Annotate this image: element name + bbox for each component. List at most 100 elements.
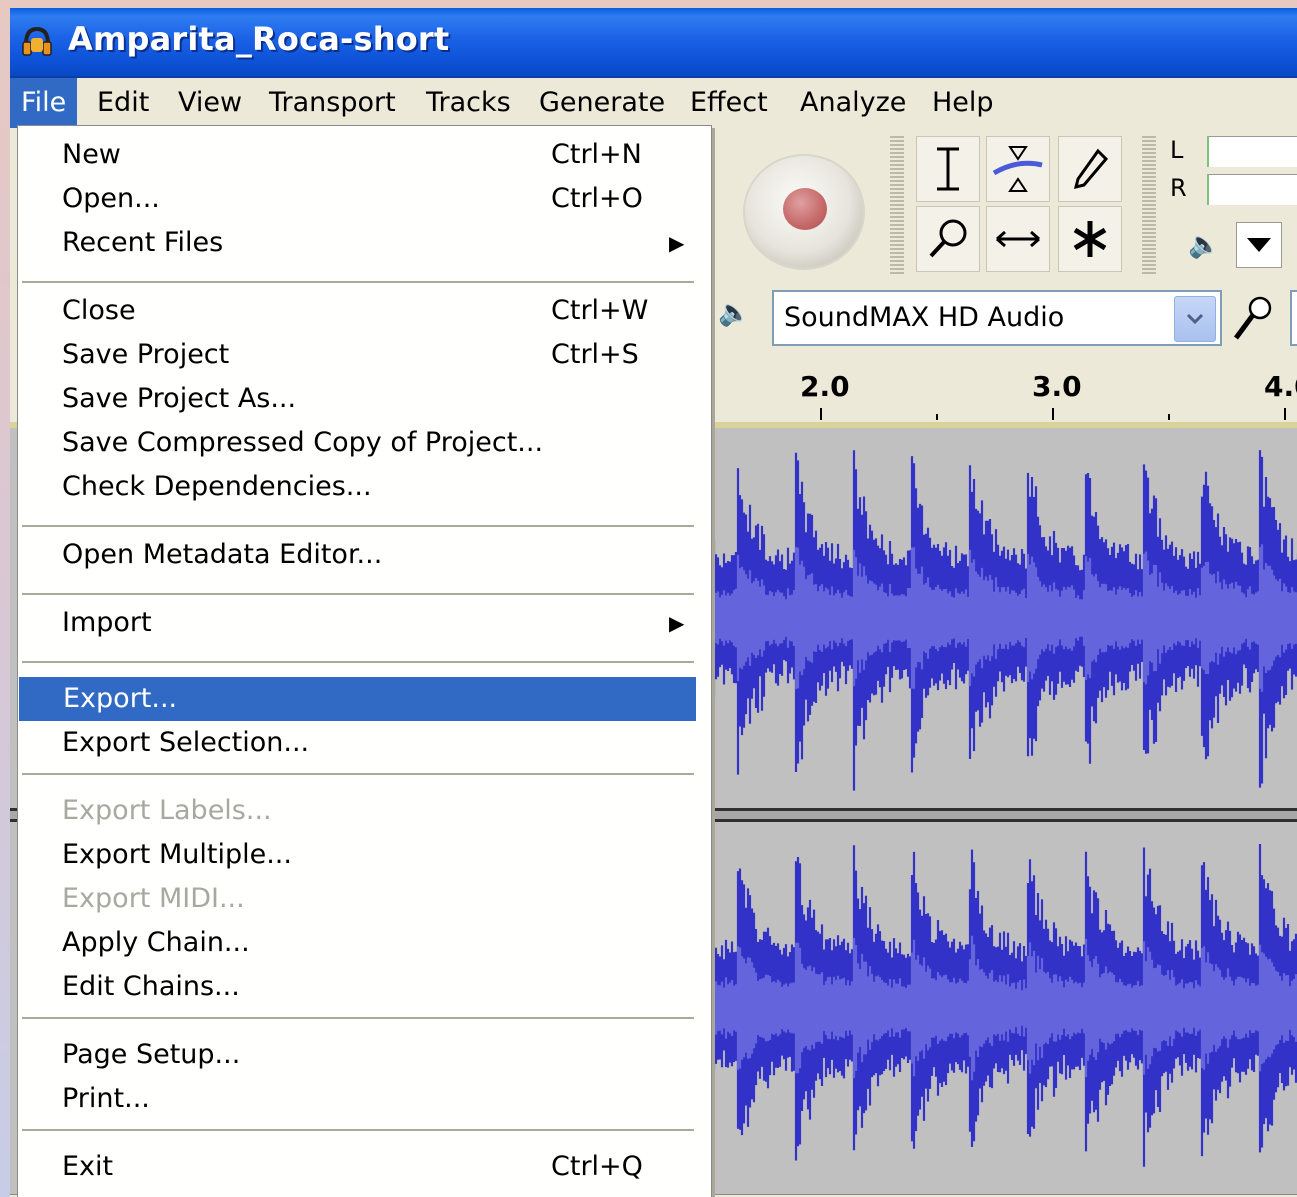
menu-item-shortcut: Ctrl+Q	[551, 1151, 643, 1182]
ruler-tick	[1052, 408, 1054, 420]
menu-item-open-metadata-editor[interactable]: Open Metadata Editor...	[18, 533, 711, 577]
menu-item-recent-files[interactable]: Recent Files ▶	[18, 221, 711, 265]
meter-right-bar[interactable]	[1207, 174, 1297, 205]
menu-item-label: Export Labels...	[62, 795, 272, 826]
menu-item-apply-chain[interactable]: Apply Chain...	[18, 921, 711, 965]
chevron-down-icon[interactable]	[1174, 296, 1216, 342]
speaker-icon: 🔈	[1188, 230, 1221, 260]
menu-item-save-project[interactable]: Save Project Ctrl+S	[18, 333, 711, 377]
menu-item-label: Recent Files	[62, 227, 224, 258]
record-icon	[783, 188, 827, 230]
menu-edit[interactable]: Edit	[86, 78, 160, 128]
menu-analyze[interactable]: Analyze	[789, 78, 917, 128]
menu-transport[interactable]: Transport	[258, 78, 407, 128]
menu-item-export-midi[interactable]: Export MIDI...	[18, 877, 711, 921]
menu-item-label: Export Multiple...	[62, 839, 292, 870]
menu-item-label: Open...	[62, 183, 160, 214]
menu-item-open[interactable]: Open... Ctrl+O	[18, 177, 711, 221]
menu-separator	[22, 773, 694, 776]
menu-bar: File Edit View Transport Tracks Generate…	[10, 78, 1297, 128]
menu-item-label: Import	[62, 607, 152, 638]
timeshift-tool-icon[interactable]	[986, 206, 1050, 272]
menu-item-label: Page Setup...	[62, 1039, 241, 1070]
menu-item-label: Save Compressed Copy of Project...	[62, 427, 544, 458]
waveform-right-channel	[700, 844, 1297, 1167]
menu-item-print[interactable]: Print...	[18, 1077, 711, 1121]
menu-item-edit-chains[interactable]: Edit Chains...	[18, 965, 711, 1009]
ruler-label: 4.0	[1264, 370, 1297, 403]
meter-grip[interactable]	[1142, 136, 1156, 274]
menu-file[interactable]: File	[10, 78, 78, 128]
menu-item-close[interactable]: Close Ctrl+W	[18, 289, 711, 333]
menu-separator	[22, 661, 694, 664]
menu-view[interactable]: View	[167, 78, 253, 128]
menu-item-export-multiple[interactable]: Export Multiple...	[18, 833, 711, 877]
ruler-tick	[1284, 408, 1286, 420]
menu-item-shortcut: Ctrl+N	[551, 139, 642, 170]
ruler-label: 2.0	[800, 370, 850, 403]
zoom-tool-icon[interactable]	[916, 206, 980, 272]
recording-device-select[interactable]: S	[1290, 290, 1297, 346]
menu-item-label: Close	[62, 295, 136, 326]
menu-effect[interactable]: Effect	[679, 78, 779, 128]
menu-separator	[22, 593, 694, 596]
audacity-window: Amparita_Roca-short File Edit View Trans…	[10, 8, 1297, 1197]
draw-tool-icon[interactable]	[1058, 136, 1122, 202]
menu-item-label: Exit	[62, 1151, 114, 1182]
menu-item-shortcut: Ctrl+W	[551, 295, 649, 326]
menu-item-label: Edit Chains...	[62, 971, 240, 1002]
menu-item-label: Check Dependencies...	[62, 471, 372, 502]
menu-item-label: Open Metadata Editor...	[62, 539, 383, 570]
meter-right-label: R	[1170, 174, 1187, 202]
menu-item-label: Apply Chain...	[62, 927, 250, 958]
file-menu-dropdown: New Ctrl+N Open... Ctrl+O Recent Files ▶…	[17, 125, 712, 1197]
playback-device-value: SoundMAX HD Audio	[784, 302, 1065, 333]
menu-item-import[interactable]: Import ▶	[18, 601, 711, 645]
playback-device-select[interactable]: SoundMAX HD Audio	[772, 290, 1222, 346]
menu-item-export-labels[interactable]: Export Labels...	[18, 789, 711, 833]
microphone-icon	[1230, 294, 1274, 355]
multi-tool-icon[interactable]	[1058, 206, 1122, 272]
window-title: Amparita_Roca-short	[68, 20, 450, 58]
ruler-tick	[820, 408, 822, 420]
menu-item-exit[interactable]: Exit Ctrl+Q	[18, 1145, 711, 1189]
audacity-headphones-icon	[22, 26, 52, 56]
menu-separator	[22, 281, 694, 284]
selection-tool-icon[interactable]	[916, 136, 980, 202]
menu-item-export-selection[interactable]: Export Selection...	[18, 721, 711, 765]
menu-generate[interactable]: Generate	[528, 78, 676, 128]
meter-left-label: L	[1170, 136, 1184, 164]
submenu-arrow-icon: ▶	[669, 611, 685, 635]
menu-item-shortcut: Ctrl+O	[551, 183, 643, 214]
waveform-left-channel	[700, 450, 1297, 791]
chevron-down-icon	[1247, 238, 1271, 252]
menu-tracks[interactable]: Tracks	[415, 78, 522, 128]
menu-item-label: Export MIDI...	[62, 883, 245, 914]
menu-help[interactable]: Help	[921, 78, 1005, 128]
menu-item-label: Export...	[63, 683, 178, 714]
menu-separator	[22, 1017, 694, 1020]
ruler-tick	[1168, 414, 1170, 420]
title-bar[interactable]: Amparita_Roca-short	[10, 8, 1297, 78]
menu-item-new[interactable]: New Ctrl+N	[18, 133, 711, 177]
meter-dropdown-button[interactable]	[1236, 222, 1282, 268]
submenu-arrow-icon: ▶	[669, 231, 685, 255]
toolbar-grip[interactable]	[890, 136, 904, 274]
menu-item-export[interactable]: Export...	[19, 677, 696, 721]
menu-item-page-setup[interactable]: Page Setup...	[18, 1033, 711, 1077]
menu-item-label: Save Project As...	[62, 383, 297, 414]
menu-item-save-project-as[interactable]: Save Project As...	[18, 377, 711, 421]
menu-separator	[22, 525, 694, 528]
menu-item-label: Print...	[62, 1083, 150, 1114]
speaker-device-icon: 🔈	[718, 298, 751, 328]
meter-left-bar[interactable]	[1207, 136, 1297, 167]
menu-item-check-dependencies[interactable]: Check Dependencies...	[18, 465, 711, 509]
menu-item-shortcut: Ctrl+S	[551, 339, 639, 370]
menu-item-label: New	[62, 139, 121, 170]
menu-item-label: Save Project	[62, 339, 230, 370]
ruler-tick	[936, 414, 938, 420]
menu-item-save-compressed-copy[interactable]: Save Compressed Copy of Project...	[18, 421, 711, 465]
ruler-label: 3.0	[1032, 370, 1082, 403]
envelope-tool-icon[interactable]	[986, 136, 1050, 202]
menu-separator	[22, 1129, 694, 1132]
